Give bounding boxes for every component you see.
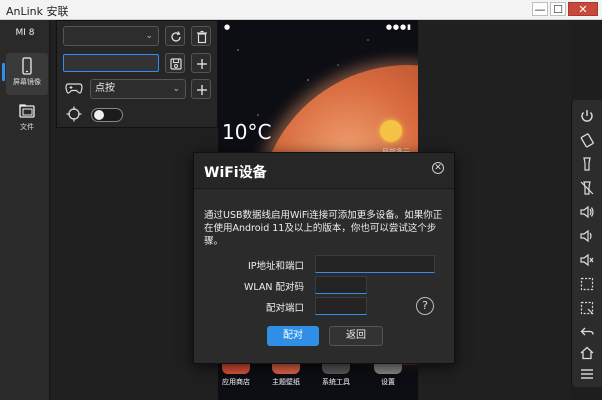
power-button[interactable] xyxy=(576,106,598,126)
toggle-knob xyxy=(94,110,104,120)
weather-sun-icon xyxy=(380,120,402,142)
sidebar-item-label: 文件 xyxy=(20,123,34,131)
key-type-select-value: 点按 xyxy=(95,83,115,94)
dialog-title: WiFi设备 xyxy=(204,165,267,181)
volume-down-icon xyxy=(580,229,592,243)
mute-button[interactable] xyxy=(576,250,598,270)
ip-port-input[interactable] xyxy=(315,255,435,273)
device-toolbar xyxy=(571,100,602,387)
back-icon xyxy=(580,327,594,336)
aim-toggle[interactable] xyxy=(91,108,123,122)
pair-port-label: 配对端口 xyxy=(265,303,304,314)
phone-dock: 应用商店 主题壁纸 系统工具 设置 xyxy=(218,358,418,400)
app-label: 系统工具 xyxy=(322,378,350,386)
refresh-icon xyxy=(171,31,181,42)
refresh-button[interactable] xyxy=(165,26,185,46)
volume-down-button[interactable] xyxy=(576,226,598,246)
flashlight-off-icon xyxy=(580,181,594,195)
dialog-close-button[interactable]: ✕ xyxy=(432,162,444,174)
crosshair-icon xyxy=(66,106,82,122)
keymap-panel: ⌄ 点按 ⌄ xyxy=(56,20,218,128)
active-indicator xyxy=(2,63,5,81)
app-label: 应用商店 xyxy=(222,378,250,386)
screen-record-button[interactable] xyxy=(576,298,598,318)
dialog-description: 通过USB数据线启用WiFi连接可添加更多设备。如果你正在使用Android 1… xyxy=(204,210,443,247)
phone-status-bar: ● ●●●▮ xyxy=(218,20,418,36)
screenshot-icon xyxy=(580,277,594,291)
pair-code-input[interactable] xyxy=(315,276,367,294)
chevron-down-icon: ⌄ xyxy=(172,84,180,94)
sidebar: MI 8 屏幕镜像 文件 xyxy=(0,20,50,400)
plus-icon xyxy=(197,59,207,69)
volume-up-icon xyxy=(580,205,594,219)
ip-port-label: IP地址和端口 xyxy=(247,261,304,272)
menu-icon xyxy=(581,369,593,379)
volume-up-button[interactable] xyxy=(576,202,598,222)
sidebar-item-label: 屏幕镜像 xyxy=(13,78,41,86)
rotate-button[interactable] xyxy=(576,130,598,150)
device-name: MI 8 xyxy=(15,28,35,38)
plus-icon xyxy=(197,85,207,95)
screen-record-icon xyxy=(580,301,594,315)
power-icon xyxy=(581,110,593,122)
sidebar-item-files[interactable]: 文件 xyxy=(6,98,48,140)
add-key-button[interactable] xyxy=(191,79,211,99)
weather-temperature: 10°C xyxy=(222,120,272,144)
home-button[interactable] xyxy=(576,343,598,363)
back-dialog-button[interactable]: 返回 xyxy=(329,326,383,346)
flashlight-off-button[interactable] xyxy=(576,178,598,198)
pair-code-label: WLAN 配对码 xyxy=(243,282,304,293)
maximize-button[interactable]: ☐ xyxy=(550,2,566,16)
delete-button[interactable] xyxy=(191,26,211,46)
home-icon xyxy=(580,346,594,360)
minimize-button[interactable]: — xyxy=(532,2,548,16)
gamepad-icon xyxy=(65,83,83,94)
flashlight-icon xyxy=(583,157,591,171)
help-icon[interactable]: ? xyxy=(416,297,434,315)
sidebar-item-screen-mirror[interactable]: 屏幕镜像 xyxy=(2,53,48,95)
pair-port-input[interactable] xyxy=(315,297,367,315)
rotate-icon xyxy=(580,133,594,148)
folder-icon xyxy=(19,104,35,118)
wechat-notification-icon: ● xyxy=(224,23,231,31)
phone-icon xyxy=(22,57,32,75)
app-label: 主题壁纸 xyxy=(272,378,300,386)
profile-name-input[interactable] xyxy=(63,54,159,72)
back-button[interactable] xyxy=(576,322,598,342)
pair-button[interactable]: 配对 xyxy=(267,326,319,346)
key-type-select[interactable]: 点按 ⌄ xyxy=(90,79,186,99)
flashlight-button[interactable] xyxy=(576,154,598,174)
add-profile-button[interactable] xyxy=(191,53,211,73)
close-window-button[interactable]: ✕ xyxy=(568,2,598,16)
screenshot-button[interactable] xyxy=(576,274,598,294)
trash-icon xyxy=(197,30,207,44)
status-icons: ●●●▮ xyxy=(385,23,412,31)
app-label: 设置 xyxy=(381,378,395,386)
title-bar: AnLink 安联 — ☐ ✕ xyxy=(0,0,602,20)
save-button[interactable] xyxy=(165,53,185,73)
mute-icon xyxy=(580,253,594,267)
save-icon xyxy=(170,58,182,70)
wifi-device-dialog: WiFi设备 ✕ 通过USB数据线启用WiFi连接可添加更多设备。如果你正在使用… xyxy=(193,152,455,364)
profile-select[interactable]: ⌄ xyxy=(63,26,159,46)
chevron-down-icon: ⌄ xyxy=(145,31,153,41)
dialog-header: WiFi设备 ✕ xyxy=(194,153,454,189)
app-title: AnLink 安联 xyxy=(6,5,69,18)
menu-button[interactable] xyxy=(576,364,598,384)
